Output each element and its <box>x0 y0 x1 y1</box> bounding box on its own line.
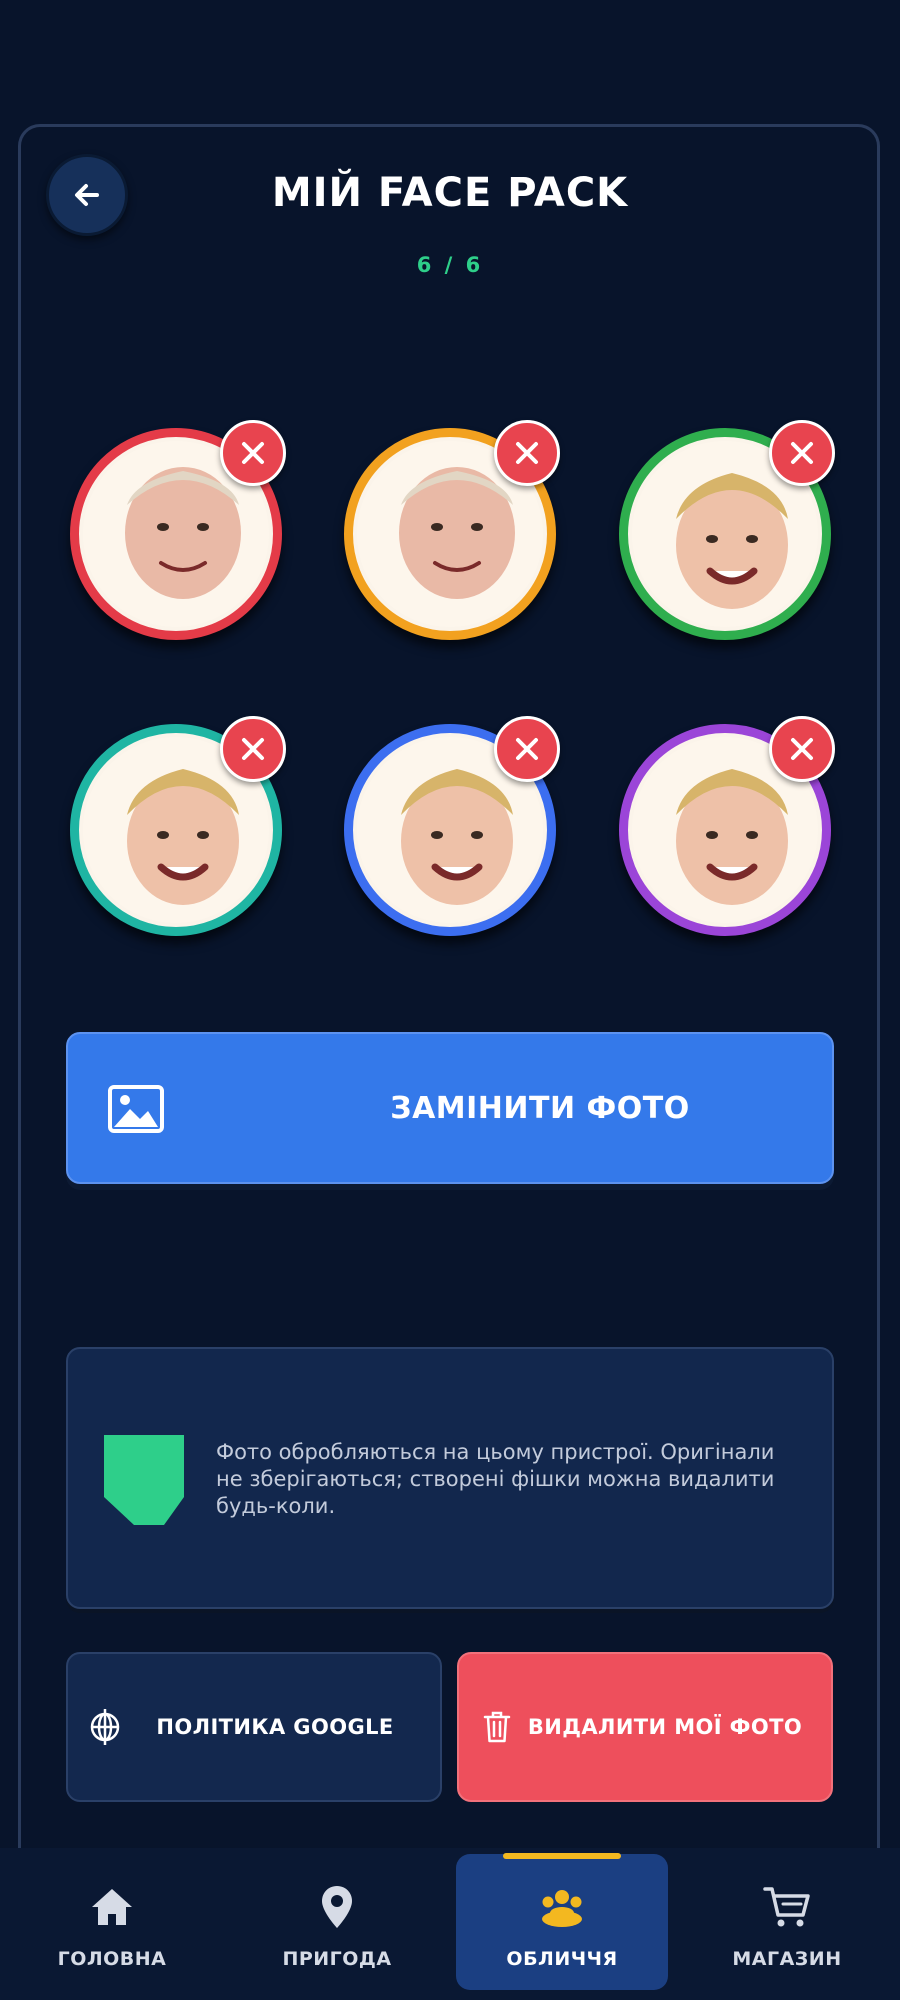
trash-icon <box>483 1711 511 1743</box>
nav-item-faces[interactable]: ОБЛИЧЧЯ <box>456 1854 668 1990</box>
nav-item-shop[interactable]: МАГАЗИН <box>687 1848 887 2000</box>
remove-face-button[interactable] <box>220 716 286 782</box>
remove-face-button[interactable] <box>769 716 835 782</box>
nav-item-label: МАГАЗИН <box>732 1948 842 1970</box>
nav-active-indicator <box>503 1853 621 1859</box>
nav-item-label: ПРИГОДА <box>282 1948 392 1970</box>
google-policy-label: ПОЛІТИКА GOOGLE <box>156 1715 394 1739</box>
page-title: МІЙ FACE PACK <box>271 170 629 216</box>
globe-icon <box>90 1709 120 1745</box>
face-counter: 6 / 6 <box>416 253 484 277</box>
nav-item-adventure[interactable]: ПРИГОДА <box>237 1848 437 2000</box>
nav-item-home[interactable]: ГОЛОВНА <box>12 1848 212 2000</box>
image-icon <box>108 1085 164 1133</box>
replace-photo-button[interactable]: ЗАМІНИТИ ФОТО <box>66 1032 834 1184</box>
remove-face-button[interactable] <box>494 716 560 782</box>
nav-item-label: ОБЛИЧЧЯ <box>506 1948 618 1970</box>
close-icon <box>791 442 813 464</box>
remove-face-button[interactable] <box>494 420 560 486</box>
privacy-text: Фото обробляються на цьому пристрої. Ори… <box>216 1440 775 1518</box>
delete-photos-label: ВИДАЛИТИ МОЇ ФОТО <box>527 1715 803 1739</box>
close-icon <box>791 738 813 760</box>
remove-face-button[interactable] <box>220 420 286 486</box>
close-icon <box>242 738 264 760</box>
delete-photos-button[interactable]: ВИДАЛИТИ МОЇ ФОТО <box>457 1652 833 1802</box>
home-icon <box>92 1889 132 1925</box>
privacy-note: Фото обробляються на цьому пристрої. Ори… <box>66 1347 834 1609</box>
faces-icon <box>542 1890 582 1927</box>
close-icon <box>516 442 538 464</box>
close-icon <box>242 442 264 464</box>
cart-icon <box>763 1887 810 1927</box>
nav-item-label: ГОЛОВНА <box>57 1948 167 1970</box>
remove-face-button[interactable] <box>769 420 835 486</box>
map-pin-icon <box>322 1886 352 1928</box>
shield-icon <box>104 1435 184 1525</box>
google-policy-button[interactable]: ПОЛІТИКА GOOGLE <box>66 1652 442 1802</box>
close-icon <box>516 738 538 760</box>
bottom-nav: ГОЛОВНА ПРИГОДА ОБЛИЧЧЯ МАГАЗИН <box>0 1848 900 2000</box>
replace-photo-label: ЗАМІНИТИ ФОТО <box>390 1090 690 1126</box>
